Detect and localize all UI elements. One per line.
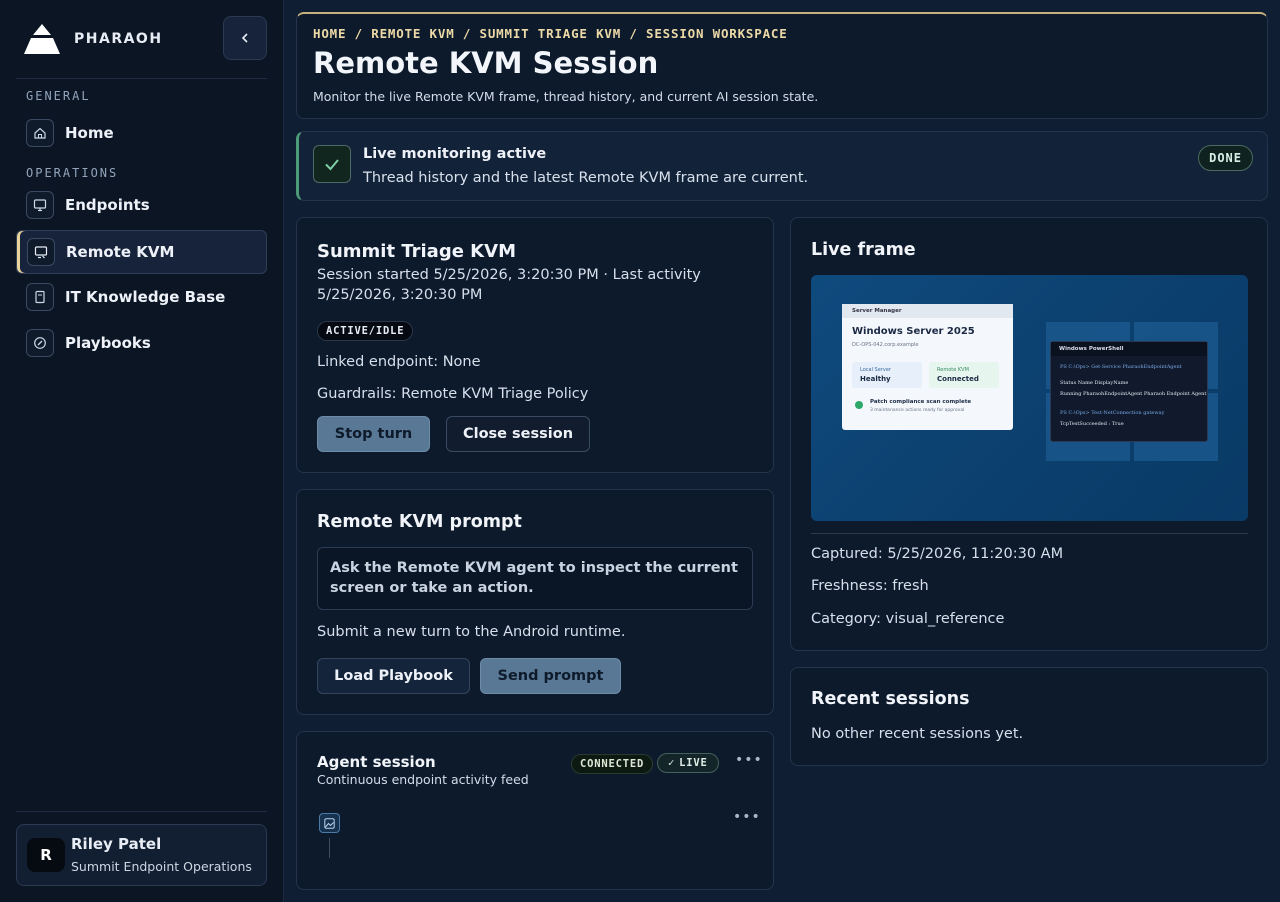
frame-title: Live frame: [811, 240, 916, 260]
ps-line: TcpTestSucceeded : True: [1060, 421, 1124, 427]
live-frame-card: Live frame Server Manager Windows Server…: [790, 217, 1268, 651]
sidebar-item-label: Remote KVM: [66, 243, 175, 261]
recent-title: Recent sessions: [811, 689, 970, 709]
section-label-general: GENERAL: [26, 89, 91, 103]
frame-freshness: Freshness: fresh: [811, 578, 929, 594]
remote-screen-icon: [27, 238, 55, 266]
kvm-screenshot[interactable]: Server Manager Windows Server 2025 DC-OP…: [811, 275, 1248, 521]
tile-label: Local Server: [860, 367, 891, 373]
ps-line: PS C:\Ops> Get-Service PharaohEndpointAg…: [1060, 364, 1182, 370]
frame-category: Category: visual_reference: [811, 611, 1005, 627]
section-label-operations: OPERATIONS: [26, 166, 119, 180]
tile-value: Healthy: [860, 375, 891, 383]
ps-line: Status Name DisplayName: [1060, 380, 1129, 386]
session-last-activity: 5/25/2026, 3:20:30 PM: [317, 287, 483, 303]
live-label: LIVE: [679, 757, 708, 769]
brand-name: PHARAOH: [74, 31, 163, 47]
compass-icon: [26, 329, 54, 357]
page-subtitle: Monitor the live Remote KVM frame, threa…: [313, 89, 819, 104]
check-icon: ✓: [668, 757, 676, 769]
book-icon: [26, 283, 54, 311]
load-playbook-button[interactable]: Load Playbook: [317, 658, 470, 694]
connection-badge: CONNECTED: [571, 754, 654, 774]
recent-sessions-card: Recent sessions No other recent sessions…: [790, 667, 1268, 766]
prompt-hint: Submit a new turn to the Android runtime…: [317, 624, 626, 640]
sidebar: PHARAOH GENERAL Home OPERATIONS Endpoint…: [0, 0, 284, 902]
pyramid-logo-icon: [24, 24, 60, 54]
sidebar-item-label: Home: [65, 124, 114, 142]
close-session-button[interactable]: Close session: [446, 416, 590, 452]
powershell-window: Windows PowerShell PS C:\Ops> Get-Servic…: [1050, 341, 1208, 442]
more-options-icon[interactable]: •••: [735, 752, 763, 768]
server-title: Windows Server 2025: [852, 326, 975, 337]
frame-captured: Captured: 5/25/2026, 11:20:30 AM: [811, 546, 1064, 562]
page-header: HOME / REMOTE KVM / SUMMIT TRIAGE KVM / …: [296, 12, 1268, 119]
timeline-line: [329, 838, 330, 858]
prompt-card: Remote KVM prompt Ask the Remote KVM age…: [296, 489, 774, 715]
ps-line: Running PharaohEndpointAgent Pharaoh End…: [1060, 391, 1207, 397]
prompt-input[interactable]: Ask the Remote KVM agent to inspect the …: [317, 547, 753, 610]
prompt-title: Remote KVM prompt: [317, 512, 522, 532]
patch-title: Patch compliance scan complete: [870, 399, 972, 405]
success-icon: [855, 401, 863, 409]
agent-session-card: Agent session Continuous endpoint activi…: [296, 731, 774, 890]
divider: [16, 811, 267, 812]
live-toggle[interactable]: ✓ LIVE: [657, 753, 719, 773]
agent-title: Agent session: [317, 753, 436, 771]
tile-label: Remote KVM: [937, 367, 969, 373]
sidebar-item-playbooks[interactable]: Playbooks: [16, 321, 267, 365]
page-title: Remote KVM Session: [313, 46, 659, 80]
status-badge: DONE: [1198, 145, 1253, 171]
alert-text: Thread history and the latest Remote KVM…: [363, 170, 809, 186]
breadcrumb[interactable]: HOME / REMOTE KVM / SUMMIT TRIAGE KVM / …: [313, 26, 788, 41]
user-org: Summit Endpoint Operations: [71, 859, 252, 874]
check-icon: [313, 145, 351, 183]
server-host: DC-OPS-042.corp.example: [852, 342, 919, 348]
guardrails: Guardrails: Remote KVM Triage Policy: [317, 386, 589, 402]
sidebar-item-label: Endpoints: [65, 196, 150, 214]
window-titlebar: Windows PowerShell: [1051, 342, 1207, 356]
collapse-sidebar-button[interactable]: [223, 16, 267, 60]
avatar: R: [27, 838, 65, 872]
divider: [811, 533, 1248, 534]
brand[interactable]: PHARAOH: [24, 24, 163, 54]
recent-empty-text: No other recent sessions yet.: [811, 726, 1024, 742]
session-card: Summit Triage KVM Session started 5/25/2…: [296, 217, 774, 473]
alert-title: Live monitoring active: [363, 146, 547, 162]
local-server-tile: Local Server Healthy: [852, 362, 922, 388]
status-badge: ACTIVE/IDLE: [317, 321, 414, 341]
window-titlebar: Server Manager: [842, 304, 1013, 318]
sidebar-item-endpoints[interactable]: Endpoints: [16, 183, 267, 227]
server-manager-window: Server Manager Windows Server 2025 DC-OP…: [842, 304, 1013, 430]
session-title: Summit Triage KVM: [317, 241, 516, 262]
divider: [16, 78, 267, 79]
user-name: Riley Patel: [71, 835, 162, 853]
sidebar-item-remote-kvm[interactable]: Remote KVM: [16, 230, 267, 274]
remote-kvm-tile: Remote KVM Connected: [929, 362, 999, 388]
home-icon: [26, 119, 54, 147]
sidebar-item-it-knowledge-base[interactable]: IT Knowledge Base: [16, 275, 267, 319]
ps-line: PS C:\Ops> Test-NetConnection gateway: [1060, 410, 1165, 416]
image-icon[interactable]: [319, 813, 340, 833]
agent-subtitle: Continuous endpoint activity feed: [317, 772, 529, 787]
session-started: Session started 5/25/2026, 3:20:30 PM · …: [317, 267, 701, 283]
status-alert: Live monitoring active Thread history an…: [296, 131, 1268, 201]
sidebar-item-label: IT Knowledge Base: [65, 288, 226, 306]
sidebar-item-home[interactable]: Home: [16, 111, 267, 155]
sidebar-item-label: Playbooks: [65, 334, 151, 352]
patch-sub: 3 maintenance actions ready for approval: [870, 408, 965, 413]
chevron-left-icon: [241, 33, 248, 43]
monitor-icon: [26, 191, 54, 219]
stop-turn-button[interactable]: Stop turn: [317, 416, 430, 452]
tile-value: Connected: [937, 375, 979, 383]
more-options-icon[interactable]: •••: [733, 809, 761, 825]
user-card[interactable]: R Riley Patel Summit Endpoint Operations: [16, 824, 267, 886]
linked-endpoint: Linked endpoint: None: [317, 354, 481, 370]
send-prompt-button[interactable]: Send prompt: [480, 658, 621, 694]
